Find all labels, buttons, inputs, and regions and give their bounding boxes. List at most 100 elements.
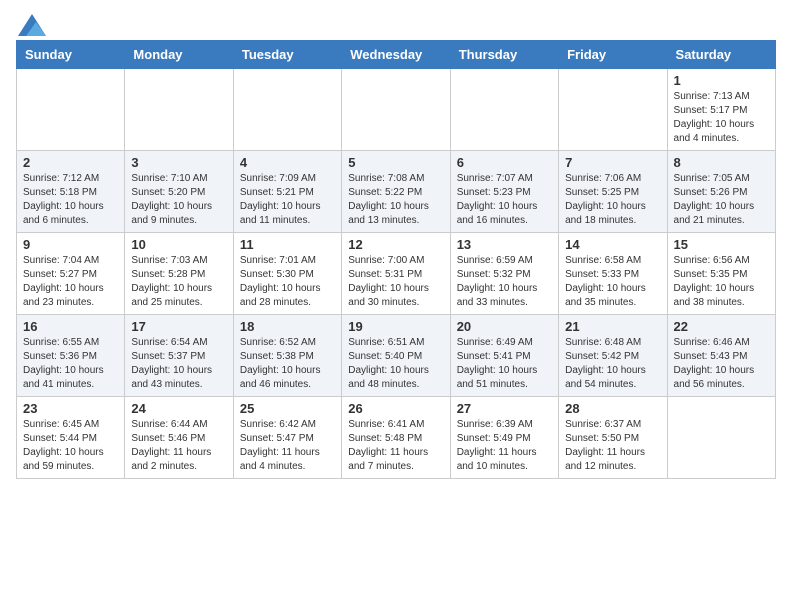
day-number: 1 [674, 73, 769, 88]
logo [16, 16, 46, 32]
calendar-cell: 17 Sunrise: 6:54 AM Sunset: 5:37 PM Dayli… [125, 315, 233, 397]
day-info: Sunrise: 6:42 AM Sunset: 5:47 PM Dayligh… [240, 418, 335, 474]
day-number: 10 [131, 237, 226, 252]
day-number: 20 [457, 319, 552, 334]
day-number: 6 [457, 155, 552, 170]
day-info: Sunrise: 6:41 AM Sunset: 5:48 PM Dayligh… [348, 418, 443, 474]
calendar-cell: 15 Sunrise: 6:56 AM Sunset: 5:35 PM Dayli… [667, 233, 775, 315]
calendar-header-row: SundayMondayTuesdayWednesdayThursdayFrid… [17, 41, 776, 69]
calendar-cell [667, 397, 775, 479]
day-number: 22 [674, 319, 769, 334]
calendar-cell: 24 Sunrise: 6:44 AM Sunset: 5:46 PM Dayli… [125, 397, 233, 479]
calendar-cell: 14 Sunrise: 6:58 AM Sunset: 5:33 PM Dayli… [559, 233, 667, 315]
day-header-friday: Friday [559, 41, 667, 69]
day-number: 4 [240, 155, 335, 170]
calendar-cell: 18 Sunrise: 6:52 AM Sunset: 5:38 PM Dayli… [233, 315, 341, 397]
calendar-cell: 26Sunrise: 6:41 AM Sunset: 5:48 PM Dayli… [342, 397, 450, 479]
calendar-cell: 28 Sunrise: 6:37 AM Sunset: 5:50 PM Dayli… [559, 397, 667, 479]
day-info: Sunrise: 6:56 AM Sunset: 5:35 PM Dayligh… [674, 254, 769, 310]
day-info: Sunrise: 7:05 AM Sunset: 5:26 PM Dayligh… [674, 172, 769, 228]
calendar-cell: 21 Sunrise: 6:48 AM Sunset: 5:42 PM Dayli… [559, 315, 667, 397]
day-number: 2 [23, 155, 118, 170]
day-info: Sunrise: 7:09 AM Sunset: 5:21 PM Dayligh… [240, 172, 335, 228]
calendar-cell [17, 69, 125, 151]
day-info: Sunrise: 7:12 AM Sunset: 5:18 PM Dayligh… [23, 172, 118, 228]
day-info: Sunrise: 6:46 AM Sunset: 5:43 PM Dayligh… [674, 336, 769, 392]
day-number: 24 [131, 401, 226, 416]
day-info: Sunrise: 7:08 AM Sunset: 5:22 PM Dayligh… [348, 172, 443, 228]
calendar-cell [233, 69, 341, 151]
calendar-cell: 12 Sunrise: 7:00 AM Sunset: 5:31 PM Dayli… [342, 233, 450, 315]
calendar-cell: 19 Sunrise: 6:51 AM Sunset: 5:40 PM Dayli… [342, 315, 450, 397]
day-header-monday: Monday [125, 41, 233, 69]
calendar-week-2: 2 Sunrise: 7:12 AM Sunset: 5:18 PM Daylig… [17, 151, 776, 233]
day-number: 21 [565, 319, 660, 334]
calendar-cell: 23 Sunrise: 6:45 AM Sunset: 5:44 PM Dayli… [17, 397, 125, 479]
day-info: Sunrise: 6:55 AM Sunset: 5:36 PM Dayligh… [23, 336, 118, 392]
day-number: 15 [674, 237, 769, 252]
calendar-cell: 10 Sunrise: 7:03 AM Sunset: 5:28 PM Dayli… [125, 233, 233, 315]
day-number: 16 [23, 319, 118, 334]
logo-icon [18, 14, 46, 36]
calendar-cell: 1 Sunrise: 7:13 AM Sunset: 5:17 PM Daylig… [667, 69, 775, 151]
day-info: Sunrise: 6:59 AM Sunset: 5:32 PM Dayligh… [457, 254, 552, 310]
day-number: 9 [23, 237, 118, 252]
day-info: Sunrise: 7:13 AM Sunset: 5:17 PM Dayligh… [674, 90, 769, 146]
day-number: 23 [23, 401, 118, 416]
day-info: Sunrise: 7:07 AM Sunset: 5:23 PM Dayligh… [457, 172, 552, 228]
calendar-cell: 3 Sunrise: 7:10 AM Sunset: 5:20 PM Daylig… [125, 151, 233, 233]
day-number: 25 [240, 401, 335, 416]
calendar-cell: 25 Sunrise: 6:42 AM Sunset: 5:47 PM Dayli… [233, 397, 341, 479]
calendar-week-5: 23 Sunrise: 6:45 AM Sunset: 5:44 PM Dayli… [17, 397, 776, 479]
calendar-cell: 27 Sunrise: 6:39 AM Sunset: 5:49 PM Dayli… [450, 397, 558, 479]
calendar-cell: 8 Sunrise: 7:05 AM Sunset: 5:26 PM Daylig… [667, 151, 775, 233]
day-header-thursday: Thursday [450, 41, 558, 69]
calendar-cell: 20 Sunrise: 6:49 AM Sunset: 5:41 PM Dayli… [450, 315, 558, 397]
day-number: 5 [348, 155, 443, 170]
day-number: 7 [565, 155, 660, 170]
day-info: Sunrise: 7:06 AM Sunset: 5:25 PM Dayligh… [565, 172, 660, 228]
day-info: Sunrise: 6:37 AM Sunset: 5:50 PM Dayligh… [565, 418, 660, 474]
day-info: Sunrise: 6:51 AM Sunset: 5:40 PM Dayligh… [348, 336, 443, 392]
calendar-cell: 2 Sunrise: 7:12 AM Sunset: 5:18 PM Daylig… [17, 151, 125, 233]
day-number: 27 [457, 401, 552, 416]
day-info: Sunrise: 7:00 AM Sunset: 5:31 PM Dayligh… [348, 254, 443, 310]
day-info: Sunrise: 6:44 AM Sunset: 5:46 PM Dayligh… [131, 418, 226, 474]
calendar-cell: 7 Sunrise: 7:06 AM Sunset: 5:25 PM Daylig… [559, 151, 667, 233]
day-info: Sunrise: 6:39 AM Sunset: 5:49 PM Dayligh… [457, 418, 552, 474]
day-header-wednesday: Wednesday [342, 41, 450, 69]
calendar-cell [125, 69, 233, 151]
day-number: 18 [240, 319, 335, 334]
day-info: Sunrise: 7:01 AM Sunset: 5:30 PM Dayligh… [240, 254, 335, 310]
calendar-cell: 16 Sunrise: 6:55 AM Sunset: 5:36 PM Dayli… [17, 315, 125, 397]
day-info: Sunrise: 6:48 AM Sunset: 5:42 PM Dayligh… [565, 336, 660, 392]
calendar-week-4: 16 Sunrise: 6:55 AM Sunset: 5:36 PM Dayli… [17, 315, 776, 397]
day-number: 13 [457, 237, 552, 252]
calendar-cell: 13 Sunrise: 6:59 AM Sunset: 5:32 PM Dayli… [450, 233, 558, 315]
day-number: 12 [348, 237, 443, 252]
calendar-cell: 11 Sunrise: 7:01 AM Sunset: 5:30 PM Dayli… [233, 233, 341, 315]
day-header-saturday: Saturday [667, 41, 775, 69]
day-info: Sunrise: 7:03 AM Sunset: 5:28 PM Dayligh… [131, 254, 226, 310]
day-number: 11 [240, 237, 335, 252]
day-number: 28 [565, 401, 660, 416]
day-number: 19 [348, 319, 443, 334]
day-info: Sunrise: 6:58 AM Sunset: 5:33 PM Dayligh… [565, 254, 660, 310]
day-number: 3 [131, 155, 226, 170]
calendar-cell: 6 Sunrise: 7:07 AM Sunset: 5:23 PM Daylig… [450, 151, 558, 233]
day-info: Sunrise: 7:10 AM Sunset: 5:20 PM Dayligh… [131, 172, 226, 228]
day-header-sunday: Sunday [17, 41, 125, 69]
day-info: Sunrise: 6:54 AM Sunset: 5:37 PM Dayligh… [131, 336, 226, 392]
day-number: 14 [565, 237, 660, 252]
calendar-cell: 4 Sunrise: 7:09 AM Sunset: 5:21 PM Daylig… [233, 151, 341, 233]
day-info: Sunrise: 7:04 AM Sunset: 5:27 PM Dayligh… [23, 254, 118, 310]
day-info: Sunrise: 6:52 AM Sunset: 5:38 PM Dayligh… [240, 336, 335, 392]
calendar-cell: 5 Sunrise: 7:08 AM Sunset: 5:22 PM Daylig… [342, 151, 450, 233]
calendar-cell: 9 Sunrise: 7:04 AM Sunset: 5:27 PM Daylig… [17, 233, 125, 315]
day-number: 17 [131, 319, 226, 334]
calendar: SundayMondayTuesdayWednesdayThursdayFrid… [16, 40, 776, 479]
day-info: Sunrise: 6:45 AM Sunset: 5:44 PM Dayligh… [23, 418, 118, 474]
day-number: 8 [674, 155, 769, 170]
day-info: Sunrise: 6:49 AM Sunset: 5:41 PM Dayligh… [457, 336, 552, 392]
calendar-cell [342, 69, 450, 151]
